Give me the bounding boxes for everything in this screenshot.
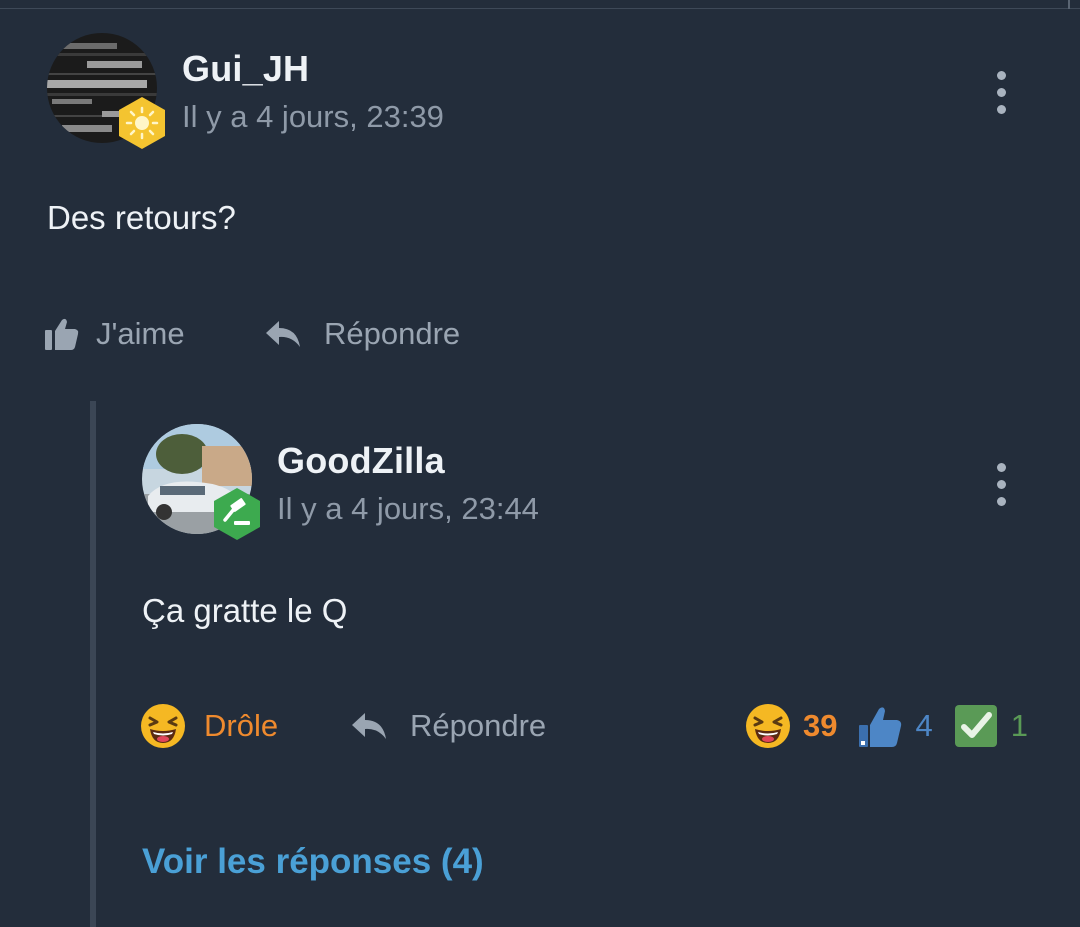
reply-button[interactable]: Répondre <box>350 706 546 746</box>
scrollbar-marker <box>1068 0 1070 9</box>
thumbs-up-icon <box>859 707 902 747</box>
see-replies-link[interactable]: Voir les réponses (4) <box>142 842 484 882</box>
laughing-emoji-icon <box>746 704 790 748</box>
gavel-icon <box>214 488 260 540</box>
reaction-summary[interactable]: 39 4 1 <box>745 702 1028 750</box>
like-label: J'aime <box>96 316 185 351</box>
laughing-emoji-icon <box>141 704 185 748</box>
reaction-button[interactable]: Drôle <box>140 703 278 749</box>
gavel-badge <box>212 487 262 541</box>
checkmark-icon <box>954 705 997 747</box>
top-divider <box>0 8 1080 9</box>
reply-arrow-icon <box>266 321 300 347</box>
thumbs-up-icon <box>45 318 79 350</box>
reply-body: Ça gratte le Q <box>142 592 348 629</box>
reply-label: Répondre <box>324 316 461 351</box>
username[interactable]: GoodZilla <box>277 440 445 482</box>
more-options-icon[interactable] <box>994 463 1008 514</box>
thread-line <box>90 401 96 927</box>
sun-badge <box>117 96 167 150</box>
like-button[interactable]: J'aime <box>44 314 185 354</box>
reply-button[interactable]: Répondre <box>264 314 460 354</box>
reaction-count: 1 <box>1010 708 1028 743</box>
post-body: Des retours? <box>47 199 236 236</box>
reply-timestamp: Il y a 4 jours, 23:44 <box>277 491 539 526</box>
more-options-icon[interactable] <box>994 71 1008 122</box>
post-timestamp: Il y a 4 jours, 23:39 <box>182 99 444 134</box>
reply-arrow-icon <box>352 713 386 739</box>
username[interactable]: Gui_JH <box>182 48 309 90</box>
reply-label: Répondre <box>410 708 547 743</box>
reaction-count: 4 <box>915 708 933 743</box>
reaction-count: 39 <box>803 708 838 743</box>
reaction-label: Drôle <box>204 708 279 743</box>
sun-icon <box>119 97 165 149</box>
